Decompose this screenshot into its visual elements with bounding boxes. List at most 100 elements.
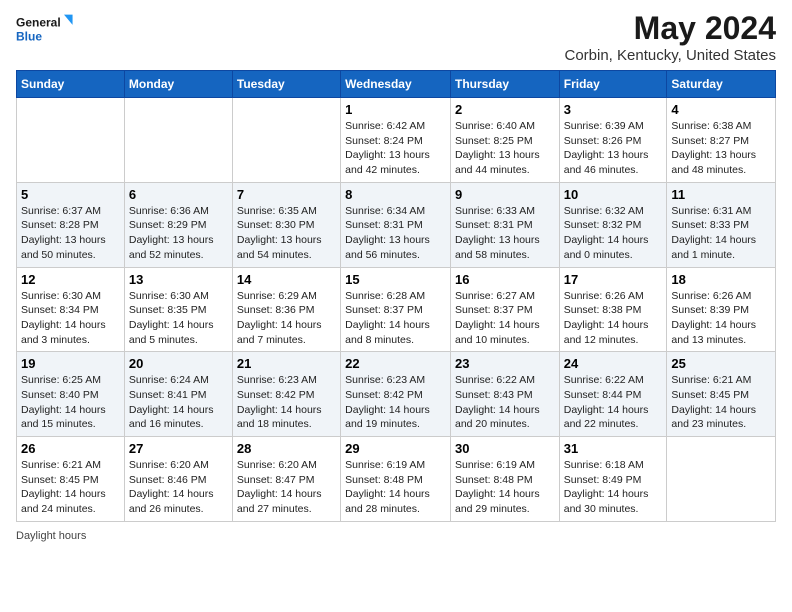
day-info: Sunrise: 6:23 AM Sunset: 8:42 PM Dayligh… (237, 373, 336, 432)
day-info: Sunrise: 6:26 AM Sunset: 8:38 PM Dayligh… (564, 289, 663, 348)
day-info: Sunrise: 6:33 AM Sunset: 8:31 PM Dayligh… (455, 204, 555, 263)
calendar-cell: 12 Sunrise: 6:30 AM Sunset: 8:34 PM Dayli… (17, 267, 125, 352)
day-info: Sunrise: 6:22 AM Sunset: 8:44 PM Dayligh… (564, 373, 663, 432)
day-number: 8 (345, 187, 446, 202)
calendar-cell: 16Sunrise: 6:27 AM Sunset: 8:37 PM Dayli… (450, 267, 559, 352)
calendar-day-header: Thursday (450, 71, 559, 98)
day-info: Sunrise: 6:20 AM Sunset: 8:47 PM Dayligh… (237, 458, 336, 517)
calendar-cell: 17 Sunrise: 6:26 AM Sunset: 8:38 PM Dayli… (559, 267, 667, 352)
calendar-cell: 6 Sunrise: 6:36 AM Sunset: 8:29 PM Daylig… (124, 182, 232, 267)
day-number: 2 (455, 102, 555, 117)
calendar-cell: 13 Sunrise: 6:30 AM Sunset: 8:35 PM Dayli… (124, 267, 232, 352)
day-number: 3 (564, 102, 663, 117)
subtitle: Corbin, Kentucky, United States (565, 47, 777, 64)
day-number: 29 (345, 441, 446, 456)
logo: General Blue (16, 10, 76, 50)
day-info: Sunrise: 6:24 AM Sunset: 8:41 PM Dayligh… (129, 373, 228, 432)
day-info: Sunrise: 6:30 AM Sunset: 8:35 PM Dayligh… (129, 289, 228, 348)
calendar-cell: 11 Sunrise: 6:31 AM Sunset: 8:33 PM Dayli… (667, 182, 776, 267)
calendar-cell (232, 98, 340, 183)
calendar-cell: 5Sunrise: 6:37 AM Sunset: 8:28 PM Daylig… (17, 182, 125, 267)
calendar-cell: 15 Sunrise: 6:28 AM Sunset: 8:37 PM Dayli… (341, 267, 451, 352)
day-number: 14 (237, 272, 336, 287)
day-info: Sunrise: 6:29 AM Sunset: 8:36 PM Dayligh… (237, 289, 336, 348)
calendar-cell: 1 Sunrise: 6:42 AM Sunset: 8:24 PM Daylig… (341, 98, 451, 183)
calendar-day-header: Monday (124, 71, 232, 98)
day-info: Sunrise: 6:36 AM Sunset: 8:29 PM Dayligh… (129, 204, 228, 263)
day-info: Sunrise: 6:19 AM Sunset: 8:48 PM Dayligh… (455, 458, 555, 517)
calendar-week-row: 12 Sunrise: 6:30 AM Sunset: 8:34 PM Dayli… (17, 267, 776, 352)
calendar-week-row: 1 Sunrise: 6:42 AM Sunset: 8:24 PM Daylig… (17, 98, 776, 183)
calendar-cell: 28 Sunrise: 6:20 AM Sunset: 8:47 PM Dayli… (232, 437, 340, 522)
calendar-cell: 18 Sunrise: 6:26 AM Sunset: 8:39 PM Dayli… (667, 267, 776, 352)
title-block: May 2024 Corbin, Kentucky, United States (565, 10, 777, 64)
calendar: SundayMondayTuesdayWednesdayThursdayFrid… (16, 70, 776, 522)
day-info: Sunrise: 6:26 AM Sunset: 8:39 PM Dayligh… (671, 289, 771, 348)
calendar-cell: 2 Sunrise: 6:40 AM Sunset: 8:25 PM Daylig… (450, 98, 559, 183)
footer-text: Daylight hours (16, 530, 86, 542)
day-number: 9 (455, 187, 555, 202)
day-number: 6 (129, 187, 228, 202)
calendar-cell: 9 Sunrise: 6:33 AM Sunset: 8:31 PM Daylig… (450, 182, 559, 267)
calendar-week-row: 26 Sunrise: 6:21 AM Sunset: 8:45 PM Dayli… (17, 437, 776, 522)
logo-svg: General Blue (16, 10, 76, 50)
day-info: Sunrise: 6:39 AM Sunset: 8:26 PM Dayligh… (564, 119, 663, 178)
calendar-week-row: 5Sunrise: 6:37 AM Sunset: 8:28 PM Daylig… (17, 182, 776, 267)
day-number: 24 (564, 356, 663, 371)
day-number: 27 (129, 441, 228, 456)
day-info: Sunrise: 6:28 AM Sunset: 8:37 PM Dayligh… (345, 289, 446, 348)
day-number: 11 (671, 187, 771, 202)
calendar-cell: 20 Sunrise: 6:24 AM Sunset: 8:41 PM Dayli… (124, 352, 232, 437)
day-number: 10 (564, 187, 663, 202)
day-number: 13 (129, 272, 228, 287)
calendar-header-row: SundayMondayTuesdayWednesdayThursdayFrid… (17, 71, 776, 98)
calendar-day-header: Tuesday (232, 71, 340, 98)
day-number: 30 (455, 441, 555, 456)
calendar-cell: 30 Sunrise: 6:19 AM Sunset: 8:48 PM Dayli… (450, 437, 559, 522)
day-info: Sunrise: 6:31 AM Sunset: 8:33 PM Dayligh… (671, 204, 771, 263)
header: General Blue May 2024 Corbin, Kentucky, … (16, 10, 776, 64)
day-info: Sunrise: 6:34 AM Sunset: 8:31 PM Dayligh… (345, 204, 446, 263)
calendar-week-row: 19Sunrise: 6:25 AM Sunset: 8:40 PM Dayli… (17, 352, 776, 437)
calendar-day-header: Friday (559, 71, 667, 98)
day-info: Sunrise: 6:38 AM Sunset: 8:27 PM Dayligh… (671, 119, 771, 178)
footer: Daylight hours (16, 530, 776, 542)
calendar-day-header: Saturday (667, 71, 776, 98)
day-info: Sunrise: 6:27 AM Sunset: 8:37 PM Dayligh… (455, 289, 555, 348)
calendar-cell: 27Sunrise: 6:20 AM Sunset: 8:46 PM Dayli… (124, 437, 232, 522)
day-info: Sunrise: 6:21 AM Sunset: 8:45 PM Dayligh… (671, 373, 771, 432)
main-title: May 2024 (565, 10, 777, 47)
day-number: 21 (237, 356, 336, 371)
calendar-cell: 25 Sunrise: 6:21 AM Sunset: 8:45 PM Dayli… (667, 352, 776, 437)
day-number: 25 (671, 356, 771, 371)
day-number: 18 (671, 272, 771, 287)
calendar-cell: 26 Sunrise: 6:21 AM Sunset: 8:45 PM Dayli… (17, 437, 125, 522)
calendar-cell: 10Sunrise: 6:32 AM Sunset: 8:32 PM Dayli… (559, 182, 667, 267)
day-number: 5 (21, 187, 120, 202)
day-info: Sunrise: 6:35 AM Sunset: 8:30 PM Dayligh… (237, 204, 336, 263)
calendar-cell: 8 Sunrise: 6:34 AM Sunset: 8:31 PM Daylig… (341, 182, 451, 267)
day-number: 20 (129, 356, 228, 371)
day-number: 1 (345, 102, 446, 117)
day-number: 23 (455, 356, 555, 371)
day-info: Sunrise: 6:30 AM Sunset: 8:34 PM Dayligh… (21, 289, 120, 348)
day-number: 15 (345, 272, 446, 287)
day-number: 4 (671, 102, 771, 117)
day-number: 28 (237, 441, 336, 456)
day-info: Sunrise: 6:42 AM Sunset: 8:24 PM Dayligh… (345, 119, 446, 178)
calendar-cell: 22 Sunrise: 6:23 AM Sunset: 8:42 PM Dayli… (341, 352, 451, 437)
calendar-cell: 3 Sunrise: 6:39 AM Sunset: 8:26 PM Daylig… (559, 98, 667, 183)
calendar-day-header: Wednesday (341, 71, 451, 98)
day-number: 26 (21, 441, 120, 456)
day-number: 12 (21, 272, 120, 287)
svg-text:Blue: Blue (16, 29, 42, 43)
day-info: Sunrise: 6:23 AM Sunset: 8:42 PM Dayligh… (345, 373, 446, 432)
day-number: 17 (564, 272, 663, 287)
day-number: 22 (345, 356, 446, 371)
calendar-cell: 24 Sunrise: 6:22 AM Sunset: 8:44 PM Dayli… (559, 352, 667, 437)
day-number: 31 (564, 441, 663, 456)
calendar-cell: 4 Sunrise: 6:38 AM Sunset: 8:27 PM Daylig… (667, 98, 776, 183)
day-info: Sunrise: 6:21 AM Sunset: 8:45 PM Dayligh… (21, 458, 120, 517)
day-info: Sunrise: 6:40 AM Sunset: 8:25 PM Dayligh… (455, 119, 555, 178)
calendar-cell: 14 Sunrise: 6:29 AM Sunset: 8:36 PM Dayli… (232, 267, 340, 352)
